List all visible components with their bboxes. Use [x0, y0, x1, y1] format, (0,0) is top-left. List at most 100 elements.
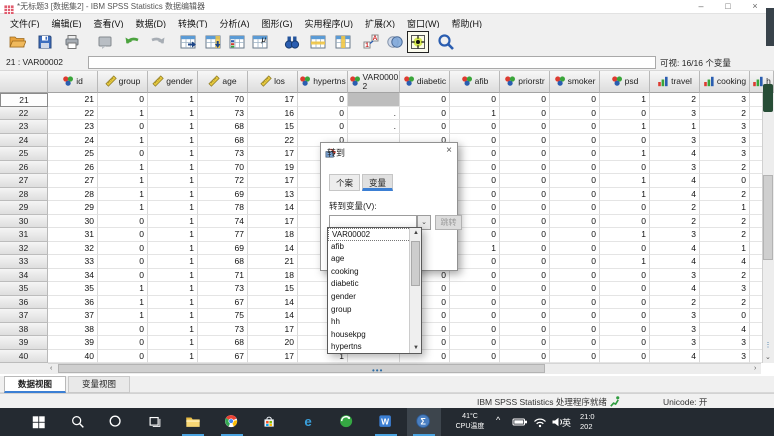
cell-afib-21[interactable]: 0 — [450, 93, 500, 107]
variable-list-item-hh[interactable]: hh — [328, 316, 421, 329]
row-number-32[interactable]: 32 — [0, 242, 48, 256]
row-number-39[interactable]: 39 — [0, 336, 48, 350]
cell-cooking-21[interactable]: 3 — [700, 93, 750, 107]
cell-age-38[interactable]: 73 — [198, 323, 248, 337]
cell-cooking-33[interactable]: 4 — [700, 255, 750, 269]
cell-id-30[interactable]: 30 — [48, 215, 98, 229]
cell-editor-input[interactable] — [88, 56, 656, 69]
cell-age-28[interactable]: 69 — [198, 188, 248, 202]
store-button[interactable] — [253, 408, 287, 436]
cell-cooking-31[interactable]: 2 — [700, 228, 750, 242]
close-button[interactable]: × — [744, 0, 766, 13]
cell-los-37[interactable]: 14 — [248, 309, 298, 323]
undo-icon[interactable] — [121, 31, 143, 53]
cell-afib-37[interactable]: 0 — [450, 309, 500, 323]
cell-afib-22[interactable]: 1 — [450, 107, 500, 121]
tab-variables[interactable]: 变量 — [362, 174, 393, 191]
cell-id-28[interactable]: 28 — [48, 188, 98, 202]
cell-id-25[interactable]: 25 — [48, 147, 98, 161]
column-header-cooking[interactable]: cooking — [700, 71, 750, 93]
open-data-icon[interactable] — [6, 31, 28, 53]
cell-psd-40[interactable]: 0 — [600, 350, 650, 364]
cell-travel-30[interactable]: 2 — [650, 215, 700, 229]
browser-360-button[interactable] — [330, 408, 364, 436]
cell-travel-28[interactable]: 4 — [650, 188, 700, 202]
cell-age-24[interactable]: 68 — [198, 134, 248, 148]
cell-psd-36[interactable]: 0 — [600, 296, 650, 310]
row-number-36[interactable]: 36 — [0, 296, 48, 310]
column-header-hypertns[interactable]: hypertns — [298, 71, 348, 93]
redo-icon[interactable] — [147, 31, 169, 53]
edge-button[interactable]: e — [292, 408, 326, 436]
goto-dialog-close-icon[interactable]: × — [446, 145, 452, 156]
cell-gender-34[interactable]: 1 — [148, 269, 198, 283]
cell-id-38[interactable]: 38 — [48, 323, 98, 337]
descriptives-icon[interactable]: μ — [249, 31, 271, 53]
column-header-smoker[interactable]: smoker — [550, 71, 600, 93]
row-number-25[interactable]: 25 — [0, 147, 48, 161]
column-header-age[interactable]: age — [198, 71, 248, 93]
cell-gender-27[interactable]: 1 — [148, 174, 198, 188]
tray-expand-chevron-icon[interactable]: ^ — [496, 415, 500, 425]
cell-travel-32[interactable]: 4 — [650, 242, 700, 256]
cell-los-28[interactable]: 13 — [248, 188, 298, 202]
cell-priorstr-34[interactable]: 0 — [500, 269, 550, 283]
battery-icon[interactable] — [512, 416, 528, 430]
variable-list-item-gender[interactable]: gender — [328, 291, 421, 304]
cell-smoker-26[interactable]: 0 — [550, 161, 600, 175]
cell-los-25[interactable]: 17 — [248, 147, 298, 161]
cell-los-30[interactable]: 17 — [248, 215, 298, 229]
cell-group-26[interactable]: 1 — [98, 161, 148, 175]
cell-smoker-25[interactable]: 0 — [550, 147, 600, 161]
column-header-los[interactable]: los — [248, 71, 298, 93]
find-icon[interactable] — [281, 31, 303, 53]
cell-id-26[interactable]: 26 — [48, 161, 98, 175]
cell-id-31[interactable]: 31 — [48, 228, 98, 242]
cell-smoker-22[interactable]: 0 — [550, 107, 600, 121]
value-labels-icon[interactable] — [407, 31, 429, 53]
wps-button[interactable]: W — [369, 408, 403, 436]
cell-gender-23[interactable]: 1 — [148, 120, 198, 134]
cell-travel-33[interactable]: 4 — [650, 255, 700, 269]
pane-splitter-dots[interactable]: ••• — [372, 366, 383, 375]
save-icon[interactable] — [34, 31, 56, 53]
maximize-button[interactable]: □ — [717, 0, 739, 13]
cell-travel-36[interactable]: 2 — [650, 296, 700, 310]
cell-smoker-37[interactable]: 0 — [550, 309, 600, 323]
row-number-30[interactable]: 30 — [0, 215, 48, 229]
cell-priorstr-40[interactable]: 0 — [500, 350, 550, 364]
vertical-splitter-dots[interactable]: ⋮ — [764, 344, 772, 348]
cell-gender-29[interactable]: 1 — [148, 201, 198, 215]
row-number-28[interactable]: 28 — [0, 188, 48, 202]
spss-button[interactable]: Σ — [407, 408, 441, 436]
row-number-21[interactable]: 21 — [0, 93, 48, 107]
cell-smoker-28[interactable]: 0 — [550, 188, 600, 202]
column-header-afib[interactable]: afib — [450, 71, 500, 93]
cell-priorstr-22[interactable]: 0 — [500, 107, 550, 121]
cell-los-22[interactable]: 16 — [248, 107, 298, 121]
cell-id-37[interactable]: 37 — [48, 309, 98, 323]
cell-travel-24[interactable]: 3 — [650, 134, 700, 148]
goto-variable-icon[interactable] — [202, 31, 224, 53]
cell-travel-29[interactable]: 2 — [650, 201, 700, 215]
cell-smoker-31[interactable]: 0 — [550, 228, 600, 242]
cell-travel-40[interactable]: 4 — [650, 350, 700, 364]
cell-gender-33[interactable]: 1 — [148, 255, 198, 269]
cell-age-27[interactable]: 72 — [198, 174, 248, 188]
cell-gender-35[interactable]: 1 — [148, 282, 198, 296]
cell-afib-23[interactable]: 0 — [450, 120, 500, 134]
cell-group-39[interactable]: 0 — [98, 336, 148, 350]
row-number-27[interactable]: 27 — [0, 174, 48, 188]
cell-los-38[interactable]: 17 — [248, 323, 298, 337]
cell-smoker-35[interactable]: 0 — [550, 282, 600, 296]
cell-travel-34[interactable]: 3 — [650, 269, 700, 283]
column-header-group[interactable]: group — [98, 71, 148, 93]
cell-VAR00002-21[interactable] — [348, 93, 400, 107]
cell-gender-40[interactable]: 1 — [148, 350, 198, 364]
cell-los-26[interactable]: 19 — [248, 161, 298, 175]
cpu-temperature-widget[interactable]: 41°C CPU温度 — [448, 412, 492, 432]
horizontal-scrollbar-thumb[interactable] — [58, 364, 545, 373]
recall-dialogs-icon[interactable] — [94, 31, 116, 53]
cell-smoker-29[interactable]: 0 — [550, 201, 600, 215]
cell-afib-36[interactable]: 0 — [450, 296, 500, 310]
